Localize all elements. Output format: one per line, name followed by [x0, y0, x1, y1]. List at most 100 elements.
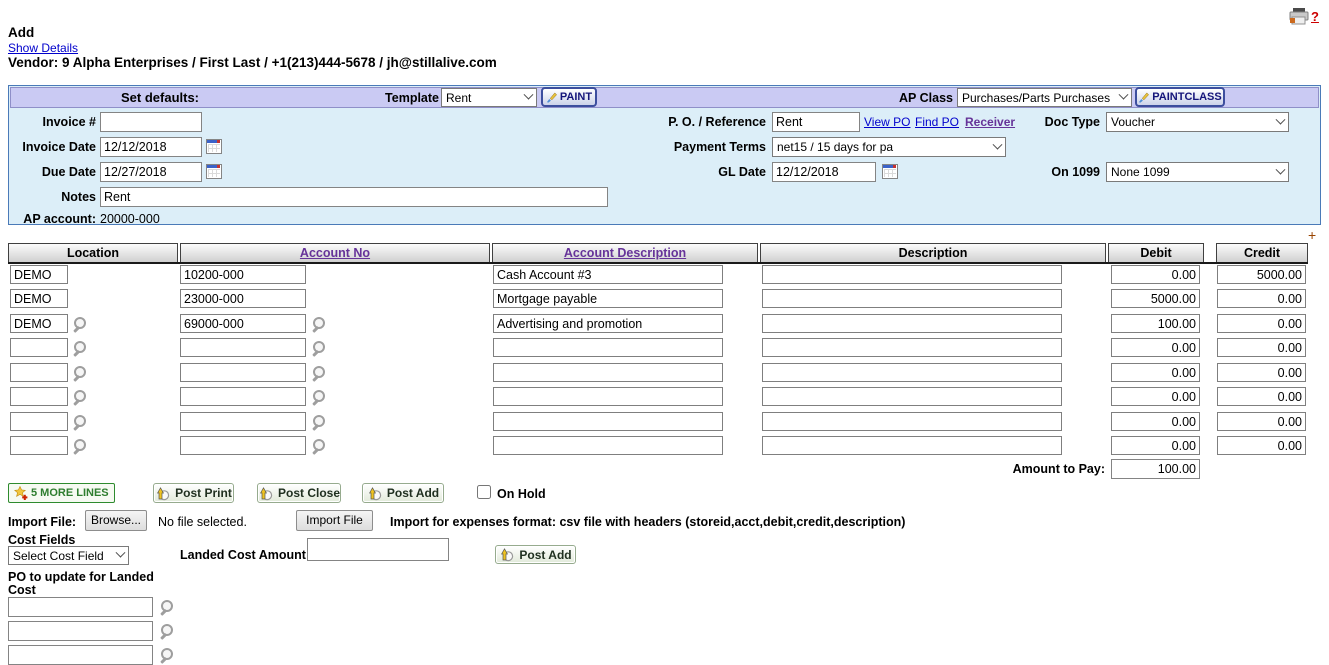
post-add-button[interactable]: Post Add [362, 483, 444, 503]
account-no-input[interactable] [180, 436, 306, 455]
account-lookup-icon[interactable] [312, 439, 326, 453]
credit-input[interactable] [1217, 387, 1306, 406]
paintclass-button[interactable]: PAINTCLASS [1135, 87, 1225, 107]
po-update-input[interactable] [8, 597, 153, 617]
help-link[interactable]: ? [1311, 9, 1319, 24]
location-lookup-icon[interactable] [73, 317, 87, 331]
due-date-input[interactable] [100, 162, 202, 182]
po-lookup-icon[interactable] [160, 624, 174, 638]
paint-button[interactable]: PAINT [541, 87, 597, 107]
debit-input[interactable] [1111, 338, 1200, 357]
debit-input[interactable] [1111, 363, 1200, 382]
view-po-link[interactable]: View PO [864, 115, 910, 129]
credit-input[interactable] [1217, 436, 1306, 455]
invoice-no-input[interactable] [100, 112, 202, 132]
landed-cost-post-add-button[interactable]: Post Add [495, 545, 576, 564]
post-print-button[interactable]: Post Print [153, 483, 234, 503]
column-header-account-description[interactable]: Account Description [492, 243, 758, 263]
debit-input[interactable] [1111, 314, 1200, 333]
account-no-input[interactable] [180, 265, 306, 284]
account-description-input[interactable] [493, 387, 723, 406]
print-icon[interactable] [1288, 8, 1310, 28]
account-description-input[interactable] [493, 436, 723, 455]
payment-terms-select[interactable]: net15 / 15 days for pa [772, 137, 1006, 157]
import-file-button[interactable]: Import File [296, 510, 373, 531]
column-header-account-no[interactable]: Account No [180, 243, 490, 263]
account-description-input[interactable] [493, 314, 723, 333]
account-lookup-icon[interactable] [312, 317, 326, 331]
location-lookup-icon[interactable] [73, 341, 87, 355]
location-lookup-icon[interactable] [73, 415, 87, 429]
add-line-button[interactable]: + [1308, 227, 1316, 243]
doc-type-select[interactable]: Voucher [1106, 112, 1289, 132]
location-input[interactable] [10, 412, 68, 431]
calendar-icon[interactable] [206, 139, 222, 154]
po-lookup-icon[interactable] [160, 600, 174, 614]
account-description-input[interactable] [493, 338, 723, 357]
on-hold-checkbox[interactable] [477, 485, 491, 499]
credit-input[interactable] [1217, 338, 1306, 357]
description-input[interactable] [762, 412, 1062, 431]
account-no-input[interactable] [180, 412, 306, 431]
browse-button[interactable]: Browse... [85, 510, 147, 531]
ap-class-select[interactable]: Purchases/Parts Purchases [957, 88, 1132, 107]
account-description-input[interactable] [493, 289, 723, 308]
account-no-input[interactable] [180, 289, 306, 308]
notes-input[interactable] [100, 187, 608, 207]
description-input[interactable] [762, 338, 1062, 357]
location-lookup-icon[interactable] [73, 439, 87, 453]
location-lookup-icon[interactable] [73, 390, 87, 404]
po-update-input[interactable] [8, 645, 153, 665]
account-description-input[interactable] [493, 363, 723, 382]
description-input[interactable] [762, 363, 1062, 382]
po-reference-input[interactable] [772, 112, 860, 132]
more-lines-button[interactable]: 5 MORE LINES [8, 483, 115, 503]
po-lookup-icon[interactable] [160, 648, 174, 662]
description-input[interactable] [762, 387, 1062, 406]
description-input[interactable] [762, 289, 1062, 308]
debit-input[interactable] [1111, 436, 1200, 455]
location-lookup-icon[interactable] [73, 366, 87, 380]
template-select[interactable]: Rent [441, 88, 537, 107]
find-po-link[interactable]: Find PO [915, 115, 959, 129]
credit-input[interactable] [1217, 412, 1306, 431]
gl-date-input[interactable] [772, 162, 876, 182]
account-description-input[interactable] [493, 265, 723, 284]
calendar-icon[interactable] [882, 164, 898, 179]
location-input[interactable] [10, 265, 68, 284]
debit-input[interactable] [1111, 412, 1200, 431]
description-input[interactable] [762, 265, 1062, 284]
receiver-link[interactable]: Receiver [965, 115, 1015, 129]
account-no-input[interactable] [180, 363, 306, 382]
account-lookup-icon[interactable] [312, 415, 326, 429]
location-input[interactable] [10, 289, 68, 308]
location-input[interactable] [10, 387, 68, 406]
location-input[interactable] [10, 363, 68, 382]
account-lookup-icon[interactable] [312, 390, 326, 404]
debit-input[interactable] [1111, 289, 1200, 308]
description-input[interactable] [762, 436, 1062, 455]
credit-input[interactable] [1217, 314, 1306, 333]
invoice-date-input[interactable] [100, 137, 202, 157]
landed-cost-amount-input[interactable] [307, 538, 449, 561]
account-description-input[interactable] [493, 412, 723, 431]
po-update-input[interactable] [8, 621, 153, 641]
account-no-input[interactable] [180, 338, 306, 357]
calendar-icon[interactable] [206, 164, 222, 179]
account-no-input[interactable] [180, 387, 306, 406]
credit-input[interactable] [1217, 265, 1306, 284]
debit-input[interactable] [1111, 265, 1200, 284]
account-no-sort-link[interactable]: Account No [300, 246, 370, 260]
post-close-button[interactable]: Post Close [257, 483, 341, 503]
account-description-sort-link[interactable]: Account Description [564, 246, 686, 260]
on-1099-select[interactable]: None 1099 [1106, 162, 1289, 182]
credit-input[interactable] [1217, 363, 1306, 382]
location-input[interactable] [10, 314, 68, 333]
show-details-link[interactable]: Show Details [8, 41, 78, 55]
account-lookup-icon[interactable] [312, 366, 326, 380]
account-no-input[interactable] [180, 314, 306, 333]
cost-field-select[interactable]: Select Cost Field [8, 546, 129, 565]
account-lookup-icon[interactable] [312, 341, 326, 355]
amount-to-pay-input[interactable] [1111, 459, 1200, 479]
debit-input[interactable] [1111, 387, 1200, 406]
